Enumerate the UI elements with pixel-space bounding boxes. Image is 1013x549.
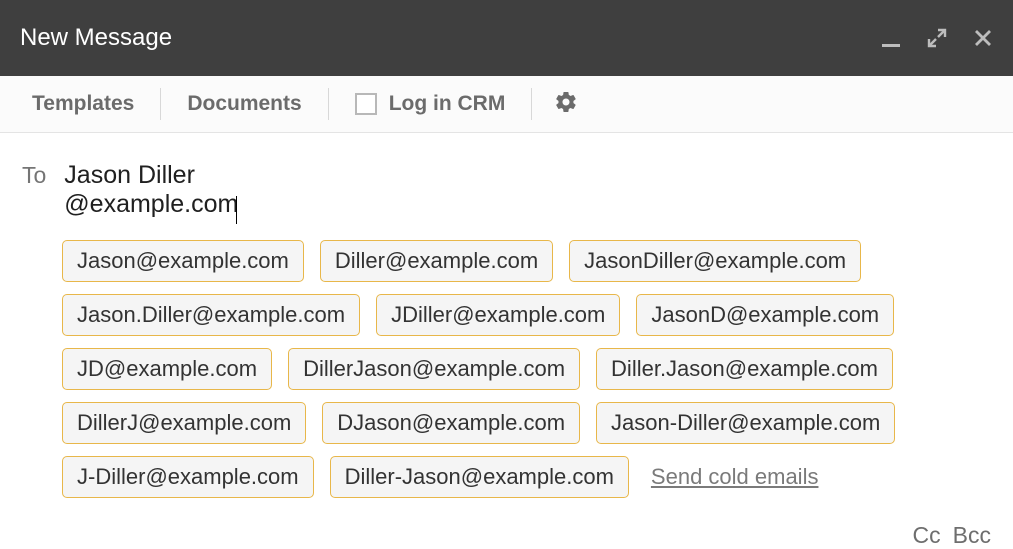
- email-suggestions: Jason@example.com Diller@example.com Jason…: [22, 240, 991, 498]
- compose-area: To Jason Diller @example.com Jason@examp…: [0, 133, 1013, 508]
- log-in-crm-checkbox[interactable]: [355, 93, 377, 115]
- email-suggestion-chip[interactable]: Diller.Jason@example.com: [596, 348, 893, 390]
- bcc-link[interactable]: Bcc: [953, 522, 991, 549]
- minimize-icon[interactable]: [881, 28, 901, 48]
- toolbar: Templates Documents Log in CRM: [0, 76, 1013, 133]
- email-suggestion-chip[interactable]: JDiller@example.com: [376, 294, 620, 336]
- send-cold-emails-link[interactable]: Send cold emails: [651, 464, 819, 490]
- settings-button[interactable]: [532, 90, 600, 119]
- email-suggestion-chip[interactable]: Diller@example.com: [320, 240, 553, 282]
- documents-button[interactable]: Documents: [161, 88, 328, 120]
- to-row: To Jason Diller @example.com: [22, 161, 991, 222]
- email-suggestion-chip[interactable]: JasonDiller@example.com: [569, 240, 861, 282]
- to-label: To: [22, 162, 46, 189]
- email-suggestion-chip[interactable]: Jason@example.com: [62, 240, 304, 282]
- email-suggestion-chip[interactable]: DJason@example.com: [322, 402, 580, 444]
- email-suggestion-chip[interactable]: Jason.Diller@example.com: [62, 294, 360, 336]
- expand-icon[interactable]: [927, 28, 947, 48]
- email-suggestion-chip[interactable]: J-Diller@example.com: [62, 456, 314, 498]
- email-suggestion-chip[interactable]: JasonD@example.com: [636, 294, 894, 336]
- log-in-crm-toggle[interactable]: Log in CRM: [329, 88, 533, 120]
- text-caret: [236, 196, 237, 224]
- cc-bcc-row: Cc Bcc: [0, 508, 1013, 549]
- templates-button[interactable]: Templates: [18, 88, 161, 120]
- gear-icon: [554, 90, 578, 119]
- email-suggestion-chip[interactable]: DillerJason@example.com: [288, 348, 580, 390]
- cc-link[interactable]: Cc: [913, 522, 941, 549]
- log-in-crm-label: Log in CRM: [389, 92, 506, 116]
- email-suggestion-chip[interactable]: Jason-Diller@example.com: [596, 402, 895, 444]
- titlebar: New Message: [0, 0, 1013, 76]
- titlebar-actions: [881, 28, 993, 48]
- to-input[interactable]: Jason Diller @example.com: [64, 161, 238, 218]
- email-suggestion-chip[interactable]: DillerJ@example.com: [62, 402, 306, 444]
- email-suggestion-chip[interactable]: JD@example.com: [62, 348, 272, 390]
- close-icon[interactable]: [973, 28, 993, 48]
- email-suggestion-chip[interactable]: Diller-Jason@example.com: [330, 456, 629, 498]
- window-title: New Message: [20, 24, 172, 52]
- to-input-wrap: Jason Diller @example.com: [64, 161, 375, 222]
